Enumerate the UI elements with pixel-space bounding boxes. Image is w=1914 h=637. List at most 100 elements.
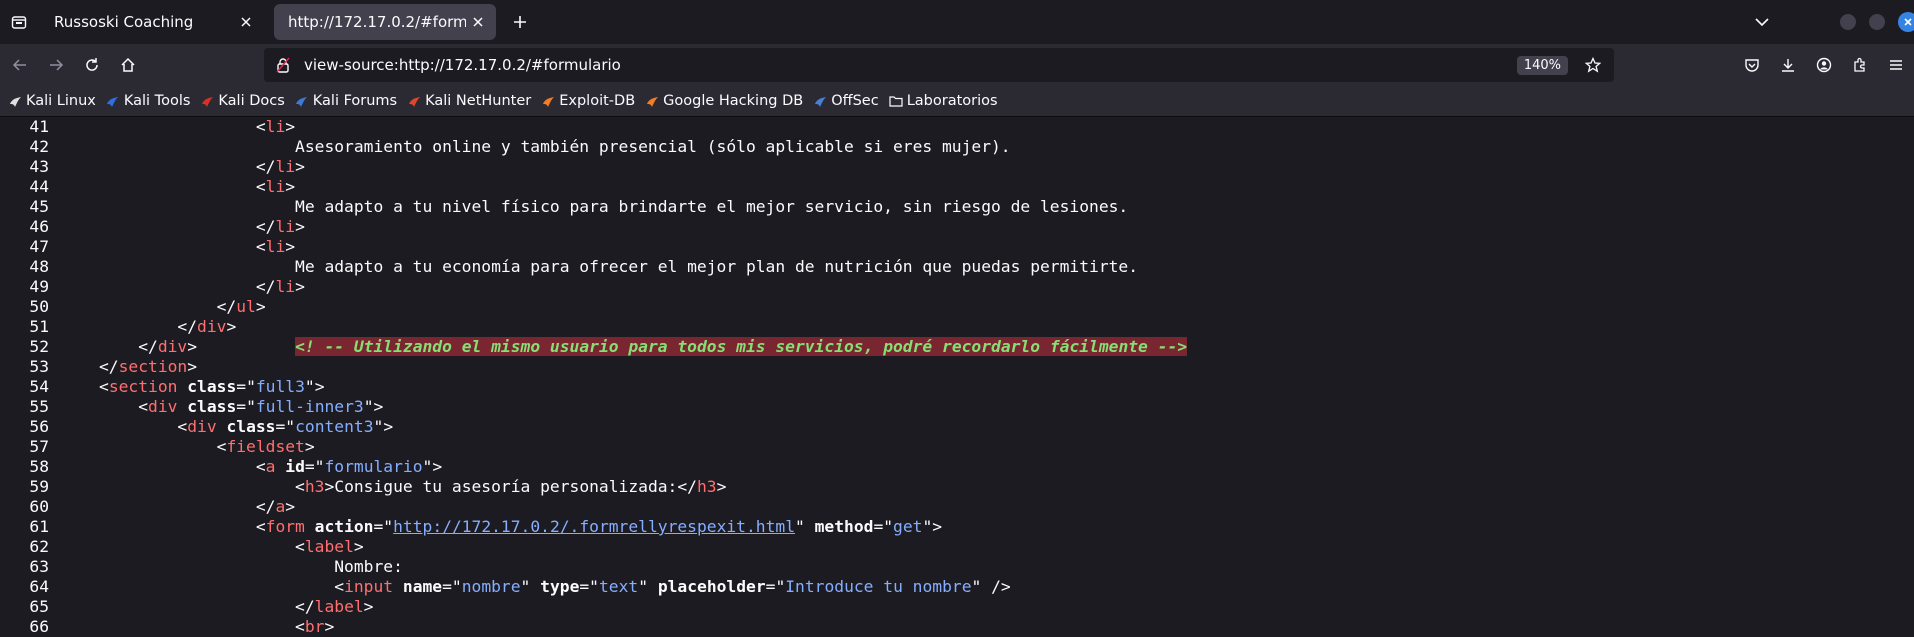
line-number: 65 [0, 597, 49, 617]
extensions-icon[interactable] [1842, 49, 1878, 81]
maximize-button[interactable] [1869, 14, 1885, 30]
source-text: > [295, 157, 305, 176]
source-line: 53</section> [0, 357, 1914, 377]
attribute-name: class [187, 397, 236, 416]
line-code: <a id="formulario"> [99, 457, 442, 477]
source-text: =" [766, 577, 786, 596]
tag-name: form [266, 517, 305, 536]
source-text: </ [99, 317, 197, 336]
source-text: < [99, 477, 305, 496]
close-icon[interactable] [234, 10, 258, 34]
tab-russoski-coaching[interactable]: Russoski Coaching [40, 4, 264, 40]
source-text: "> [423, 457, 443, 476]
source-line: 51 </div> [0, 317, 1914, 337]
bookmark-kali-docs[interactable]: Kali Docs [200, 93, 284, 109]
close-icon[interactable] [466, 10, 490, 34]
attribute-value: formulario [324, 457, 422, 476]
source-text: Nombre: [99, 557, 403, 576]
tag-name: li [275, 277, 295, 296]
minimize-button[interactable] [1840, 14, 1856, 30]
bookmark-offsec[interactable]: OffSec [813, 93, 879, 109]
bookmark-kali-nethunter[interactable]: Kali NetHunter [407, 93, 531, 109]
home-icon[interactable] [110, 49, 146, 81]
tab-list-icon[interactable] [2, 5, 36, 39]
source-text: =" [236, 397, 256, 416]
bookmark-label: Kali Docs [218, 93, 284, 109]
line-number: 54 [0, 377, 49, 397]
tag-name: a [275, 497, 285, 516]
kali-nethunter-icon [407, 94, 421, 108]
line-code: </li> [99, 277, 305, 297]
bookmark-google-hacking-db[interactable]: Google Hacking DB [645, 93, 803, 109]
source-line: 50 </ul> [0, 297, 1914, 317]
window-close-button[interactable] [1898, 12, 1914, 32]
attribute-value: text [599, 577, 638, 596]
source-text: > [305, 437, 315, 456]
url-text[interactable]: view-source:http://172.17.0.2/#formulari… [304, 56, 1517, 74]
source-line: 47 <li> [0, 237, 1914, 257]
forward-arrow-icon[interactable] [38, 49, 74, 81]
source-line: 66 <br> [0, 617, 1914, 637]
reload-icon[interactable] [74, 49, 110, 81]
new-tab-button[interactable] [504, 6, 536, 38]
bookmark-kali-tools[interactable]: Kali Tools [106, 93, 191, 109]
downloads-icon[interactable] [1770, 49, 1806, 81]
bookmark-laboratorios[interactable]: Laboratorios [889, 93, 998, 109]
line-code: Asesoramiento online y también presencia… [99, 137, 1011, 157]
source-text: < [99, 437, 226, 456]
source-text: < [99, 577, 344, 596]
source-text: < [99, 117, 266, 136]
source-text: Me adapto a tu nivel físico para brindar… [99, 197, 1128, 216]
attribute-name: id [285, 457, 305, 476]
account-icon[interactable] [1806, 49, 1842, 81]
tag-name: section [119, 357, 188, 376]
source-text: =" [275, 417, 295, 436]
line-number: 43 [0, 157, 49, 177]
source-text: > [324, 617, 334, 636]
line-code: <section class="full3"> [99, 377, 325, 397]
line-code: <li> [99, 117, 295, 137]
source-line: 56 <div class="content3"> [0, 417, 1914, 437]
source-text [275, 457, 285, 476]
pocket-icon[interactable] [1734, 49, 1770, 81]
source-text: > [354, 537, 364, 556]
tab-formulario[interactable]: http://172.17.0.2/#formulario [274, 4, 496, 40]
source-text: " /> [972, 577, 1011, 596]
bookmark-kali-linux[interactable]: Kali Linux [8, 93, 96, 109]
line-code: <h3>Consigue tu asesoría personalizada:<… [99, 477, 726, 497]
attribute-value: content3 [295, 417, 373, 436]
chevron-down-icon[interactable] [1748, 8, 1776, 36]
attribute-name: action [315, 517, 374, 536]
source-line: 63 Nombre: [0, 557, 1914, 577]
source-text: </ [99, 277, 275, 296]
source-text: < [99, 617, 305, 636]
bookmark-label: Kali NetHunter [425, 93, 531, 109]
bookmark-exploit-db[interactable]: Exploit-DB [541, 93, 635, 109]
line-code: </a> [99, 497, 295, 517]
tag-name: li [275, 157, 295, 176]
bookmark-star-icon[interactable] [1580, 57, 1606, 73]
source-text: > [285, 497, 295, 516]
source-text: > [285, 177, 295, 196]
source-text: </ [99, 597, 315, 616]
kali-dragon-icon [8, 94, 22, 108]
tag-name: h3 [305, 477, 325, 496]
tag-name: ul [236, 297, 256, 316]
window-controls [1748, 0, 1914, 44]
source-text: < [99, 397, 148, 416]
line-number: 49 [0, 277, 49, 297]
back-arrow-icon[interactable] [2, 49, 38, 81]
line-number: 46 [0, 217, 49, 237]
source-text [217, 417, 227, 436]
attribute-name: class [226, 417, 275, 436]
bookmark-kali-forums[interactable]: Kali Forums [295, 93, 397, 109]
menu-icon[interactable] [1878, 49, 1914, 81]
html-comment: <! -- Utilizando el mismo usuario para t… [295, 337, 1187, 356]
source-link[interactable]: http://172.17.0.2/.formrellyrespexit.htm… [393, 517, 795, 536]
folder-icon [889, 94, 903, 108]
url-bar[interactable]: view-source:http://172.17.0.2/#formulari… [264, 48, 1614, 82]
line-number: 44 [0, 177, 49, 197]
insecure-lock-icon[interactable] [272, 57, 294, 73]
source-text: > [187, 337, 295, 356]
zoom-indicator[interactable]: 140% [1517, 56, 1568, 75]
